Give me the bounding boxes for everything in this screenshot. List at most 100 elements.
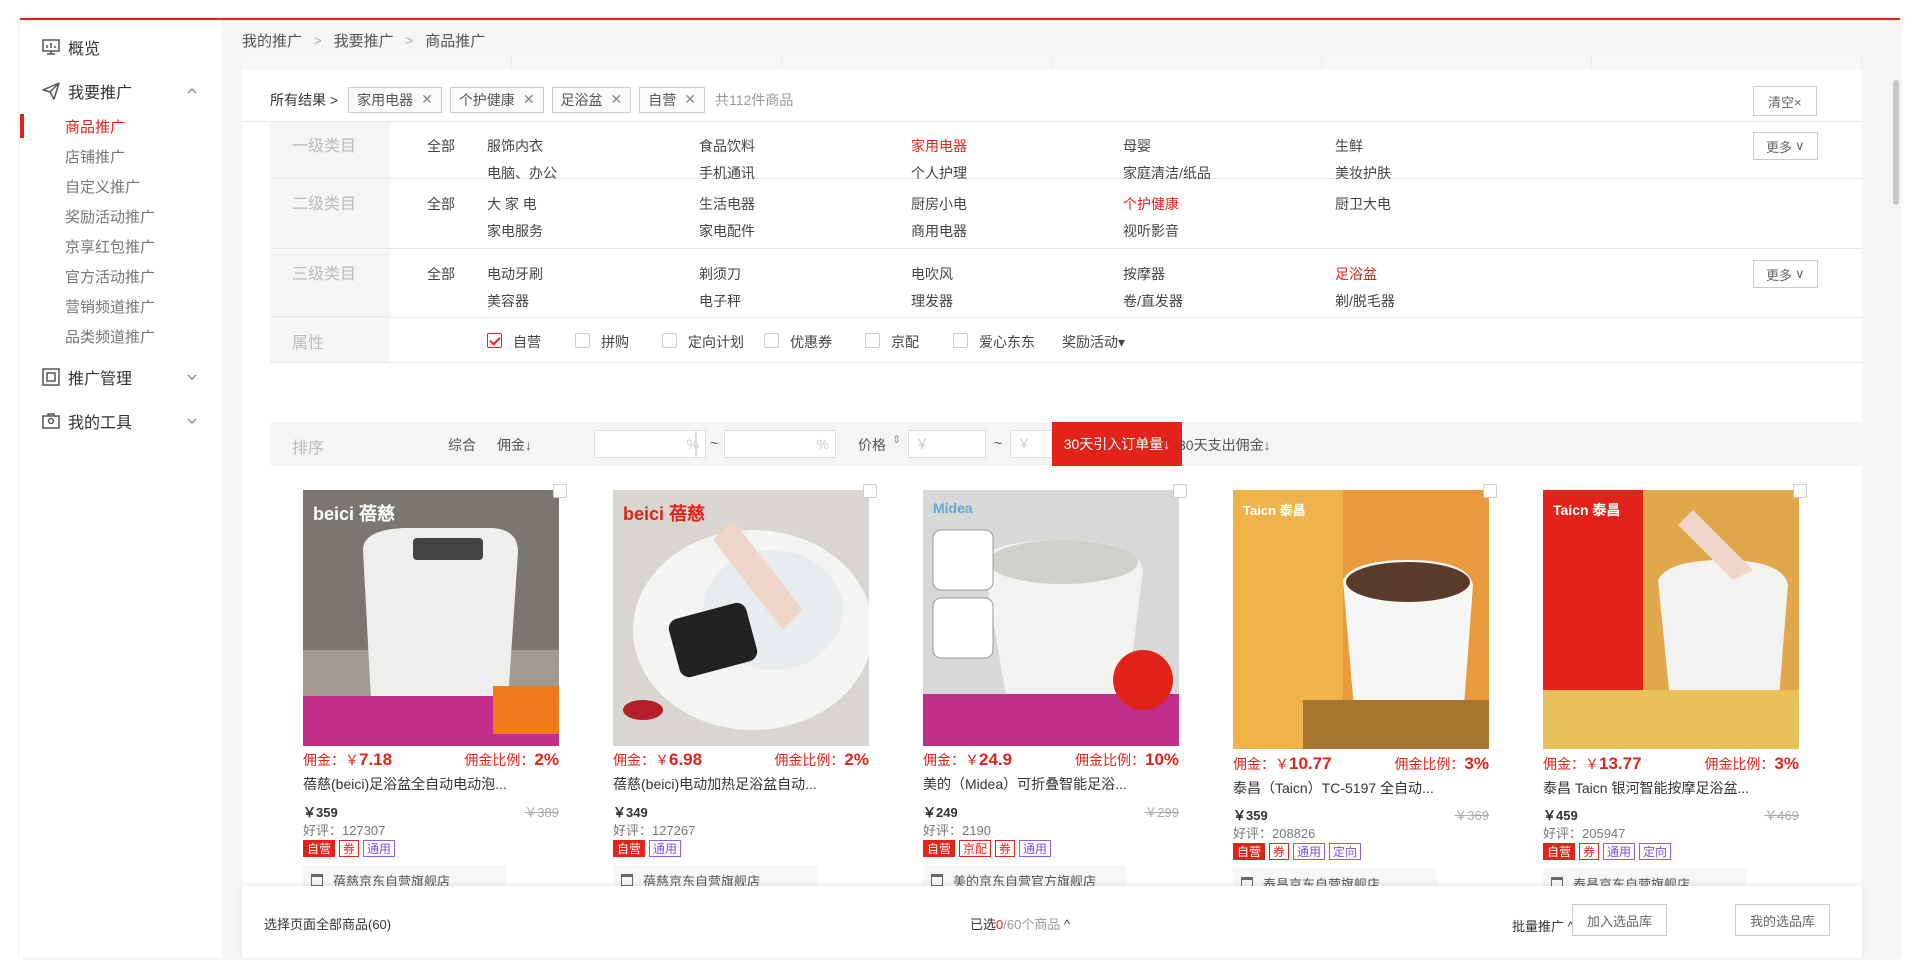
product-name[interactable]: 泰昌（Taicn）TC-5197 全自动... — [1233, 778, 1489, 798]
filter-all[interactable]: 全部 — [427, 264, 455, 284]
product-image[interactable]: Midea — [923, 490, 1179, 746]
commission-min-input[interactable]: % — [594, 430, 706, 458]
filter-option[interactable]: 电动牙刷 — [487, 264, 543, 284]
sidebar-subitem-marketing[interactable]: 营销频道推广 — [20, 292, 222, 320]
filter-option[interactable]: 剃/脱毛器 — [1335, 291, 1395, 311]
filter-option-selected[interactable]: 足浴盆 — [1335, 264, 1377, 284]
product-select-checkbox[interactable] — [863, 484, 877, 498]
select-all-link[interactable]: 选择页面全部商品(60) — [264, 914, 391, 933]
filter-option[interactable]: 理发器 — [911, 291, 953, 311]
filter-option[interactable]: 剃须刀 — [699, 264, 741, 284]
sidebar-item-tools[interactable]: 我的工具 — [20, 406, 222, 436]
group-buy-checkbox[interactable] — [575, 333, 590, 348]
filter-option[interactable]: 视听影音 — [1123, 221, 1179, 241]
sidebar-subitem-shop[interactable]: 店铺推广 — [20, 142, 222, 170]
filter-option[interactable]: 母婴 — [1123, 136, 1151, 156]
charity-checkbox[interactable] — [953, 333, 968, 348]
reward-activity-dropdown[interactable]: 奖励活动▾ — [1062, 332, 1125, 352]
tag-badge: 自营 — [1233, 843, 1266, 860]
close-icon[interactable]: ✕ — [421, 91, 433, 108]
sort-commission-spend-30d[interactable]: 30天支出佣金↓ — [1178, 435, 1271, 455]
filter-option[interactable]: 电吹风 — [911, 264, 953, 284]
filter-option[interactable]: 厨卫大电 — [1335, 194, 1391, 214]
product-name[interactable]: 蓓慈(beici)足浴盆全自动电动泡... — [303, 774, 559, 794]
close-icon[interactable]: ✕ — [611, 91, 623, 108]
product-select-checkbox[interactable] — [1793, 484, 1807, 498]
filter-chip[interactable]: 个护健康 ✕ — [449, 86, 544, 113]
filter-option[interactable]: 生鲜 — [1335, 136, 1363, 156]
filter-option[interactable]: 食品饮料 — [699, 136, 755, 156]
sidebar-subitem-category[interactable]: 品类频道推广 — [20, 322, 222, 350]
commission-rate: 佣金比例：3% — [1704, 754, 1799, 773]
product-image[interactable]: beici 蓓慈 — [303, 490, 559, 746]
sidebar-item-manage[interactable]: 推广管理 — [20, 362, 222, 392]
tag-badge: 定向 — [1639, 843, 1672, 860]
filter-all[interactable]: 全部 — [427, 194, 455, 214]
all-results-label[interactable]: 所有结果 > — [270, 90, 338, 110]
filter-chip[interactable]: 自营 ✕ — [639, 86, 706, 113]
attr-label: 爱心东东 — [979, 334, 1035, 350]
product-image[interactable]: beici 蓓慈 — [613, 490, 869, 746]
breadcrumb-item[interactable]: 我要推广 — [334, 30, 394, 51]
filter-row-level1: 一级类目 全部 服饰内衣 食品饮料 家用电器 母婴 生鲜 电脑、办公 手机通讯 … — [270, 122, 1862, 181]
price-min-input[interactable]: ￥ — [908, 430, 986, 458]
product-name[interactable]: 泰昌 Taicn 银河智能按摩足浴盆... — [1543, 778, 1799, 798]
batch-promote-dropdown[interactable]: 批量推广 ^ — [1512, 916, 1574, 935]
sidebar-subitem-reward[interactable]: 奖励活动推广 — [20, 202, 222, 230]
filter-chip[interactable]: 家用电器 ✕ — [348, 86, 442, 113]
filter-option[interactable]: 大 家 电 — [487, 194, 537, 214]
product-select-checkbox[interactable] — [1173, 484, 1187, 498]
filter-option[interactable]: 服饰内衣 — [487, 136, 543, 156]
filter-option-selected[interactable]: 个护健康 — [1123, 194, 1179, 214]
filter-option[interactable]: 家电配件 — [699, 221, 755, 241]
filter-option[interactable]: 生活电器 — [699, 194, 755, 214]
commission: 佣金：￥6.98 — [613, 750, 703, 769]
product-image[interactable]: Taicn 泰昌 — [1543, 490, 1799, 749]
filter-option[interactable]: 家电服务 — [487, 221, 543, 241]
product-price: ￥249 — [923, 805, 958, 820]
targeted-plan-checkbox[interactable] — [662, 333, 677, 348]
product-select-checkbox[interactable] — [1483, 484, 1497, 498]
sort-general[interactable]: 综合 — [448, 435, 476, 455]
filter-all[interactable]: 全部 — [427, 136, 455, 156]
attr-label: 定向计划 — [688, 334, 744, 350]
sidebar-item-promote[interactable]: 我要推广 — [20, 76, 222, 106]
filter-chip[interactable]: 足浴盆 ✕ — [551, 86, 632, 113]
more-button[interactable]: 更多 ∨ — [1753, 132, 1818, 160]
sort-commission[interactable]: 佣金↓ — [497, 435, 532, 455]
sidebar-subitem-official[interactable]: 官方活动推广 — [20, 262, 222, 290]
filter-option[interactable]: 卷/直发器 — [1123, 291, 1183, 311]
sort-orders-30d-button[interactable]: 30天引入订单量↓ — [1052, 422, 1182, 466]
filter-option[interactable]: 电子秤 — [699, 291, 741, 311]
product-image[interactable]: Taicn 泰昌 — [1233, 490, 1489, 749]
scrollbar-thumb[interactable] — [1893, 80, 1899, 205]
filter-option[interactable]: 美容器 — [487, 291, 529, 311]
my-library-button[interactable]: 我的选品库 — [1735, 904, 1831, 936]
filter-option[interactable]: 按摩器 — [1123, 264, 1165, 284]
sidebar-subitem-custom[interactable]: 自定义推广 — [20, 172, 222, 200]
filter-option-selected[interactable]: 家用电器 — [911, 136, 967, 156]
breadcrumb-item[interactable]: 我的推广 — [242, 30, 302, 51]
add-to-library-button[interactable]: 加入选品库 — [1572, 904, 1668, 936]
filter-option[interactable]: 厨房小电 — [911, 194, 967, 214]
product-select-checkbox[interactable] — [553, 484, 567, 498]
product-name[interactable]: 蓓慈(beici)电动加热足浴盆自动... — [613, 774, 869, 794]
sidebar-item-overview[interactable]: 概览 — [20, 32, 222, 62]
jd-delivery-checkbox[interactable] — [865, 333, 880, 348]
coupon-checkbox[interactable] — [764, 333, 779, 348]
sidebar-subitem-product[interactable]: 商品推广 — [20, 112, 222, 140]
close-icon[interactable]: ✕ — [684, 91, 696, 108]
brand-logo: Midea — [933, 500, 973, 516]
sort-arrows-icon[interactable]: ⇕ — [892, 433, 901, 446]
sidebar-subitem-redpacket[interactable]: 京享红包推广 — [20, 232, 222, 260]
original-price: ￥299 — [1144, 805, 1179, 820]
close-icon[interactable]: ✕ — [523, 91, 535, 108]
more-button[interactable]: 更多 ∨ — [1753, 260, 1818, 288]
sort-price[interactable]: 价格 — [858, 435, 886, 455]
commission-max-input[interactable]: % — [724, 430, 836, 458]
clear-button[interactable]: 清空× — [1753, 86, 1817, 116]
self-operated-checkbox[interactable] — [487, 333, 502, 348]
selected-count[interactable]: 已选0/60个商品 ^ — [970, 914, 1070, 933]
product-name[interactable]: 美的（Midea）可折叠智能足浴... — [923, 774, 1179, 794]
filter-option[interactable]: 商用电器 — [911, 221, 967, 241]
